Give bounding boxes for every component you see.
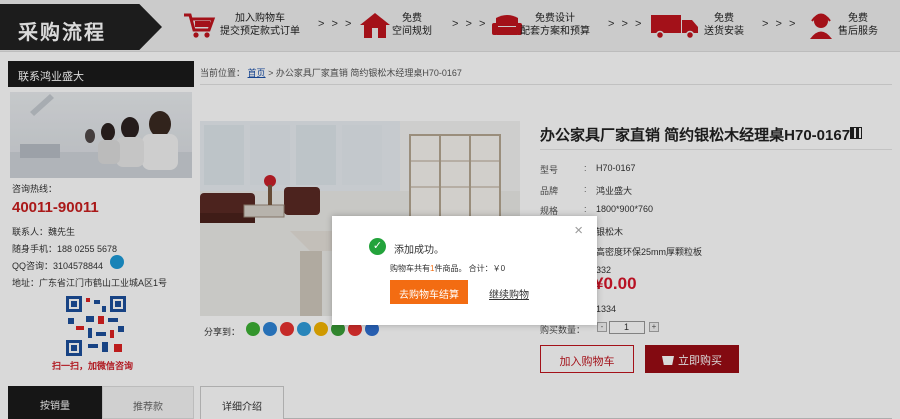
success-message: 添加成功。 bbox=[394, 245, 444, 256]
success-check-icon: ✓ bbox=[369, 238, 386, 255]
cart-summary: 购物车共有1件商品。 合计：￥0 bbox=[390, 263, 505, 274]
cart-summary-suffix: 件商品。 合计：￥0 bbox=[434, 264, 506, 273]
add-to-cart-dialog: × ✓ 添加成功。 购物车共有1件商品。 合计：￥0 去购物车结算 继续购物 bbox=[332, 216, 597, 325]
continue-shopping-link[interactable]: 继续购物 bbox=[489, 286, 529, 301]
close-icon[interactable]: × bbox=[574, 222, 583, 239]
cart-summary-prefix: 购物车共有 bbox=[390, 264, 430, 273]
go-to-cart-button[interactable]: 去购物车结算 bbox=[390, 280, 468, 304]
modal-backdrop[interactable] bbox=[0, 0, 900, 419]
